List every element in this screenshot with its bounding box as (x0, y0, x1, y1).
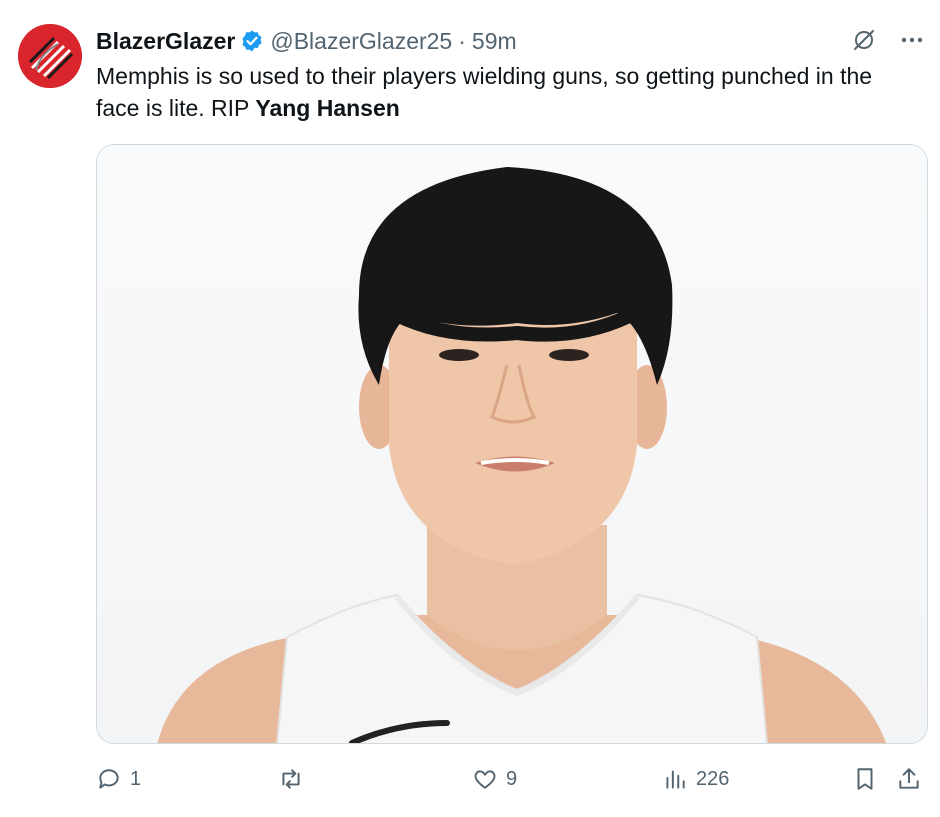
views-count: 226 (696, 767, 730, 790)
tweet-media[interactable] (96, 144, 928, 744)
verified-badge-icon (240, 29, 264, 53)
heart-icon (474, 770, 496, 789)
views-button[interactable]: 226 (662, 758, 729, 800)
timestamp[interactable]: 59m (472, 28, 517, 55)
header-actions (850, 26, 926, 54)
player-headshot-photo (97, 145, 927, 743)
tweet-text-bold: Yang Hansen (255, 95, 400, 121)
retweet-icon (282, 769, 300, 789)
handle[interactable]: @BlazerGlazer25 (270, 28, 452, 55)
retweet-button[interactable] (278, 758, 312, 800)
tweet-actions: 1 9 226 (96, 758, 924, 800)
reply-button[interactable]: 1 (96, 758, 141, 800)
like-button[interactable]: 9 (472, 758, 517, 800)
tweet-text: Memphis is so used to their players wiel… (96, 60, 916, 124)
display-name[interactable]: BlazerGlazer (96, 28, 235, 55)
blazers-pinwheel-logo (18, 24, 82, 88)
bookmark-button[interactable] (852, 758, 878, 800)
more-icon[interactable] (898, 26, 926, 54)
separator: · (458, 27, 466, 54)
tweet-header: BlazerGlazer @BlazerGlazer25 · 59m (96, 26, 924, 56)
tweet-card[interactable]: BlazerGlazer @BlazerGlazer25 · 59m Memph (0, 0, 940, 817)
reply-count: 1 (130, 767, 142, 790)
avatar[interactable] (18, 24, 82, 88)
like-count: 9 (506, 767, 518, 790)
grok-icon[interactable] (850, 26, 878, 54)
views-icon (666, 770, 685, 789)
bookmark-icon (857, 768, 873, 790)
reply-icon (99, 769, 119, 789)
share-button[interactable] (896, 758, 922, 800)
share-icon (899, 768, 919, 789)
tweet-text-main: Memphis is so used to their players wiel… (96, 63, 873, 121)
